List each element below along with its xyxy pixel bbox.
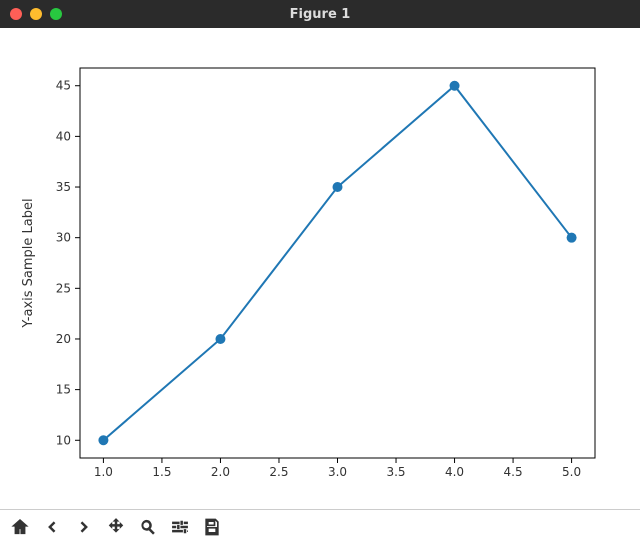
plot-area: 1.0 1.5 2.0 2.5 3.0 3.5 4.0 4.5 5.0 10 15 20 25 30 35 4… — [0, 28, 640, 509]
svg-text:40: 40 — [56, 129, 71, 143]
configure-button[interactable] — [164, 512, 196, 542]
svg-text:4.0: 4.0 — [445, 465, 464, 479]
nav-toolbar — [0, 509, 640, 544]
svg-text:45: 45 — [56, 79, 71, 93]
svg-text:15: 15 — [56, 383, 71, 397]
svg-text:3.5: 3.5 — [386, 465, 405, 479]
pan-button[interactable] — [100, 512, 132, 542]
forward-button[interactable] — [68, 512, 100, 542]
save-icon — [202, 517, 222, 537]
window-controls — [10, 8, 62, 20]
svg-text:10: 10 — [56, 433, 71, 447]
close-icon[interactable] — [10, 8, 22, 20]
zoom-button[interactable] — [132, 512, 164, 542]
save-button[interactable] — [196, 512, 228, 542]
arrow-right-icon — [74, 517, 94, 537]
window-title: Figure 1 — [0, 7, 640, 22]
zoom-icon — [138, 517, 158, 537]
minimize-icon[interactable] — [30, 8, 42, 20]
svg-text:2.0: 2.0 — [211, 465, 230, 479]
svg-text:1.5: 1.5 — [152, 465, 171, 479]
move-icon — [106, 517, 126, 537]
svg-text:Y-axis Sample Label: Y-axis Sample Label — [21, 198, 36, 328]
svg-text:4.5: 4.5 — [504, 465, 523, 479]
svg-text:1.0: 1.0 — [94, 465, 113, 479]
back-button[interactable] — [36, 512, 68, 542]
svg-text:25: 25 — [56, 281, 71, 295]
sliders-icon — [170, 517, 190, 537]
arrow-left-icon — [42, 517, 62, 537]
svg-text:20: 20 — [56, 332, 71, 346]
maximize-icon[interactable] — [50, 8, 62, 20]
home-icon — [10, 517, 30, 537]
svg-text:5.0: 5.0 — [562, 465, 581, 479]
svg-text:2.5: 2.5 — [269, 465, 288, 479]
chart-canvas: 1.0 1.5 2.0 2.5 3.0 3.5 4.0 4.5 5.0 10 15 20 25 30 35 4… — [0, 28, 640, 510]
figure-window: Figure 1 1.0 1.5 2.0 2.5 3.0 3.5 4.0 4.5 5.0 10 15… — [0, 0, 640, 544]
svg-text:3.0: 3.0 — [328, 465, 347, 479]
svg-text:30: 30 — [56, 231, 71, 245]
titlebar: Figure 1 — [0, 0, 640, 28]
svg-text:35: 35 — [56, 180, 71, 194]
home-button[interactable] — [4, 512, 36, 542]
